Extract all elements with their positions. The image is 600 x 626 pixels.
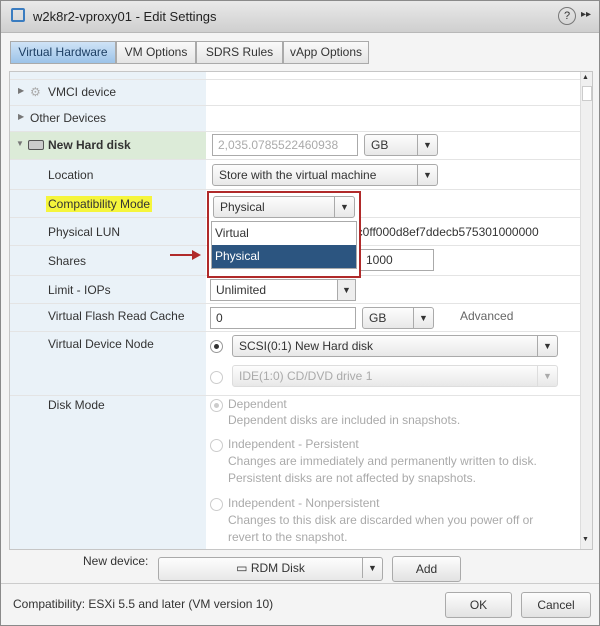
title-bar: w2k8r2-vproxy01 - Edit Settings ? ▸▸ <box>1 1 599 33</box>
dialog-title: w2k8r2-vproxy01 - Edit Settings <box>33 9 217 24</box>
disk-mode-label: Disk Mode <box>48 398 105 412</box>
location-select[interactable]: Store with the virtual machine ▼ <box>212 164 438 186</box>
row-new-hard-disk: ▼ New Hard disk 2,035.0785522460938 GB ▼ <box>10 132 580 160</box>
limit-iops-value: Unlimited <box>216 283 267 297</box>
new-hard-disk-label: New Hard disk <box>48 138 131 152</box>
scsi-node-select[interactable]: SCSI(0:1) New Hard disk ▼ <box>232 335 558 357</box>
advanced-link[interactable]: Advanced <box>460 309 513 323</box>
new-device-label: New device: <box>83 554 149 568</box>
row-limit-iops: Limit - IOPs Unlimited ▼ <box>10 276 580 304</box>
limit-iops-label: Limit - IOPs <box>48 283 111 297</box>
gear-icon: ⚙ <box>30 85 41 99</box>
collapse-arrow-icon[interactable]: ▼ <box>16 139 24 148</box>
ide-node-select[interactable]: IDE(1:0) CD/DVD drive 1 ▼ <box>232 365 558 387</box>
add-button[interactable]: Add <box>392 556 461 582</box>
ind-persistent-radio[interactable] <box>210 439 223 452</box>
new-device-select[interactable]: ▭ RDM Disk ▼ <box>158 557 383 581</box>
vflash-input[interactable]: 0 <box>210 307 356 329</box>
scroll-thumb[interactable] <box>582 86 592 101</box>
scsi-radio[interactable] <box>210 340 223 353</box>
physical-lun-label: Physical LUN <box>48 225 121 239</box>
expand-arrow-icon[interactable]: ▶ <box>18 112 24 121</box>
location-label: Location <box>48 168 94 182</box>
ind-nonpersistent-radio[interactable] <box>210 498 223 511</box>
shares-label: Shares <box>48 254 87 268</box>
rdm-disk-icon: ▭ <box>236 561 251 575</box>
option-virtual[interactable]: Virtual <box>212 222 356 245</box>
chevron-down-icon: ▼ <box>413 308 433 328</box>
row-other-devices[interactable]: ▶ Other Devices <box>10 106 580 132</box>
limit-iops-select[interactable]: Unlimited ▼ <box>210 279 356 301</box>
shares-input[interactable]: 1000 <box>360 249 434 271</box>
help-icon[interactable]: ? <box>558 7 576 25</box>
row-vmci[interactable]: ▶ ⚙ VMCI device <box>10 80 580 106</box>
dependent-label: Dependent <box>228 397 287 411</box>
compatibility-mode-select[interactable]: Physical ▼ <box>213 196 355 218</box>
row-virtual-device-node: Virtual Device Node SCSI(0:1) New Hard d… <box>10 332 580 396</box>
option-physical[interactable]: Physical <box>212 245 356 268</box>
ind-persistent-label: Independent - Persistent <box>228 437 359 451</box>
other-devices-label: Other Devices <box>30 111 107 125</box>
expand-icon[interactable]: ▸▸ <box>581 9 591 20</box>
row-location: Location Store with the virtual machine ▼ <box>10 160 580 190</box>
compatibility-dropdown-callout: Physical ▼ Virtual Physical <box>207 191 361 278</box>
edit-settings-dialog: w2k8r2-vproxy01 - Edit Settings ? ▸▸ Vir… <box>0 0 600 626</box>
new-device-value: RDM Disk <box>250 561 305 575</box>
vm-icon <box>11 8 25 22</box>
tab-vapp-options[interactable]: vApp Options <box>283 41 369 64</box>
disk-unit-value: GB <box>371 138 389 152</box>
chevron-down-icon: ▼ <box>537 336 557 356</box>
ok-button[interactable]: OK <box>445 592 512 618</box>
chevron-down-icon: ▼ <box>537 366 557 386</box>
dependent-desc: Dependent disks are included in snapshot… <box>228 413 461 427</box>
vflash-unit-value: GB <box>369 311 387 325</box>
disk-unit-select[interactable]: GB ▼ <box>364 134 438 156</box>
ind-persistent-desc: Changes are immediately and permanently … <box>228 454 537 485</box>
chevron-down-icon: ▼ <box>362 558 382 578</box>
vmci-label: VMCI device <box>48 85 117 99</box>
hardware-panel: ▶ ⚙ VMCI device ▶ Other Devices ▼ New Ha… <box>9 71 593 550</box>
vflash-label: Virtual Flash Read Cache <box>48 309 185 323</box>
disk-size-input[interactable]: 2,035.0785522460938 <box>212 134 358 156</box>
tab-virtual-hardware[interactable]: Virtual Hardware <box>10 41 116 64</box>
expand-arrow-icon[interactable]: ▶ <box>18 86 24 95</box>
compatibility-status: Compatibility: ESXi 5.5 and later (VM ve… <box>13 597 274 611</box>
chevron-down-icon: ▼ <box>417 165 437 185</box>
ide-radio[interactable] <box>210 371 223 384</box>
scroll-down-icon[interactable]: ▼ <box>582 536 589 543</box>
tab-vm-options[interactable]: VM Options <box>116 41 196 64</box>
cancel-button[interactable]: Cancel <box>521 592 591 618</box>
compatibility-mode-label: Compatibility Mode <box>46 196 153 212</box>
chevron-down-icon: ▼ <box>417 135 437 155</box>
hard-disk-icon <box>28 140 44 150</box>
scroll-up-icon[interactable]: ▲ <box>582 74 589 81</box>
scsi-node-value: SCSI(0:1) New Hard disk <box>239 339 374 353</box>
location-value: Store with the virtual machine <box>219 168 377 182</box>
vdn-label: Virtual Device Node <box>48 337 154 351</box>
compatibility-options-list: Virtual Physical <box>211 221 357 269</box>
scrollbar[interactable]: ▲ ▼ <box>580 72 592 549</box>
dependent-radio[interactable] <box>210 399 223 412</box>
chevron-down-icon: ▼ <box>337 280 355 300</box>
compatibility-mode-value: Physical <box>220 200 265 214</box>
chevron-down-icon: ▼ <box>334 197 354 217</box>
physical-lun-value: 0c0ff000d8ef7ddecb575301000000 <box>350 225 539 239</box>
row-disk-mode: Disk Mode Dependent Dependent disks are … <box>10 396 580 549</box>
ind-nonpersistent-label: Independent - Nonpersistent <box>228 496 380 510</box>
tab-sdrs-rules[interactable]: SDRS Rules <box>196 41 283 64</box>
ind-nonpersistent-desc: Changes to this disk are discarded when … <box>228 513 534 544</box>
vflash-unit-select[interactable]: GB ▼ <box>362 307 434 329</box>
row-vflash: Virtual Flash Read Cache 0 GB ▼ Advanced <box>10 304 580 332</box>
ide-node-value: IDE(1:0) CD/DVD drive 1 <box>239 369 373 383</box>
